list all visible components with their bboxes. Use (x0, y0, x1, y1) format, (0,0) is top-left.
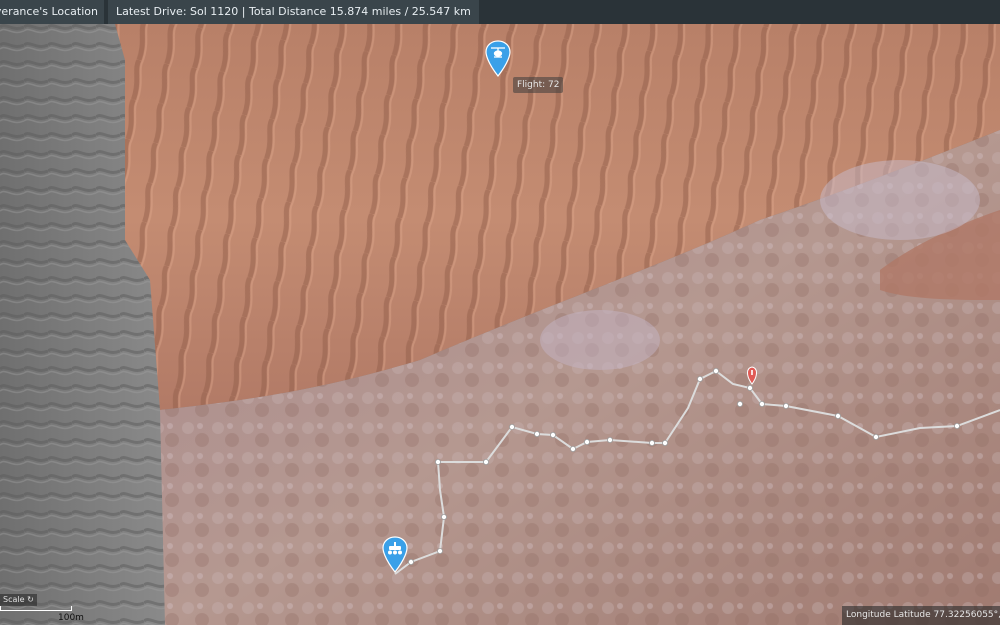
page-title-text: Perseverance's Location (0, 5, 98, 18)
coordinates-readout: Longitude Latitude 77.32256055°, 18... (842, 606, 1000, 625)
latest-drive-status: Latest Drive: Sol 1120 | Total Distance … (108, 0, 479, 24)
scale-chip-label: Scale (3, 595, 25, 604)
page-title: Perseverance's Location (0, 0, 104, 24)
scale-distance-label: 100m (58, 613, 84, 623)
helicopter-flight-label: Flight: 72 (513, 77, 564, 93)
refresh-icon: ↻ (27, 595, 34, 604)
mars-terrain-map[interactable] (0, 0, 1000, 625)
scale-bar (0, 606, 72, 611)
scale-toggle-button[interactable]: Scale ↻ (0, 594, 37, 606)
